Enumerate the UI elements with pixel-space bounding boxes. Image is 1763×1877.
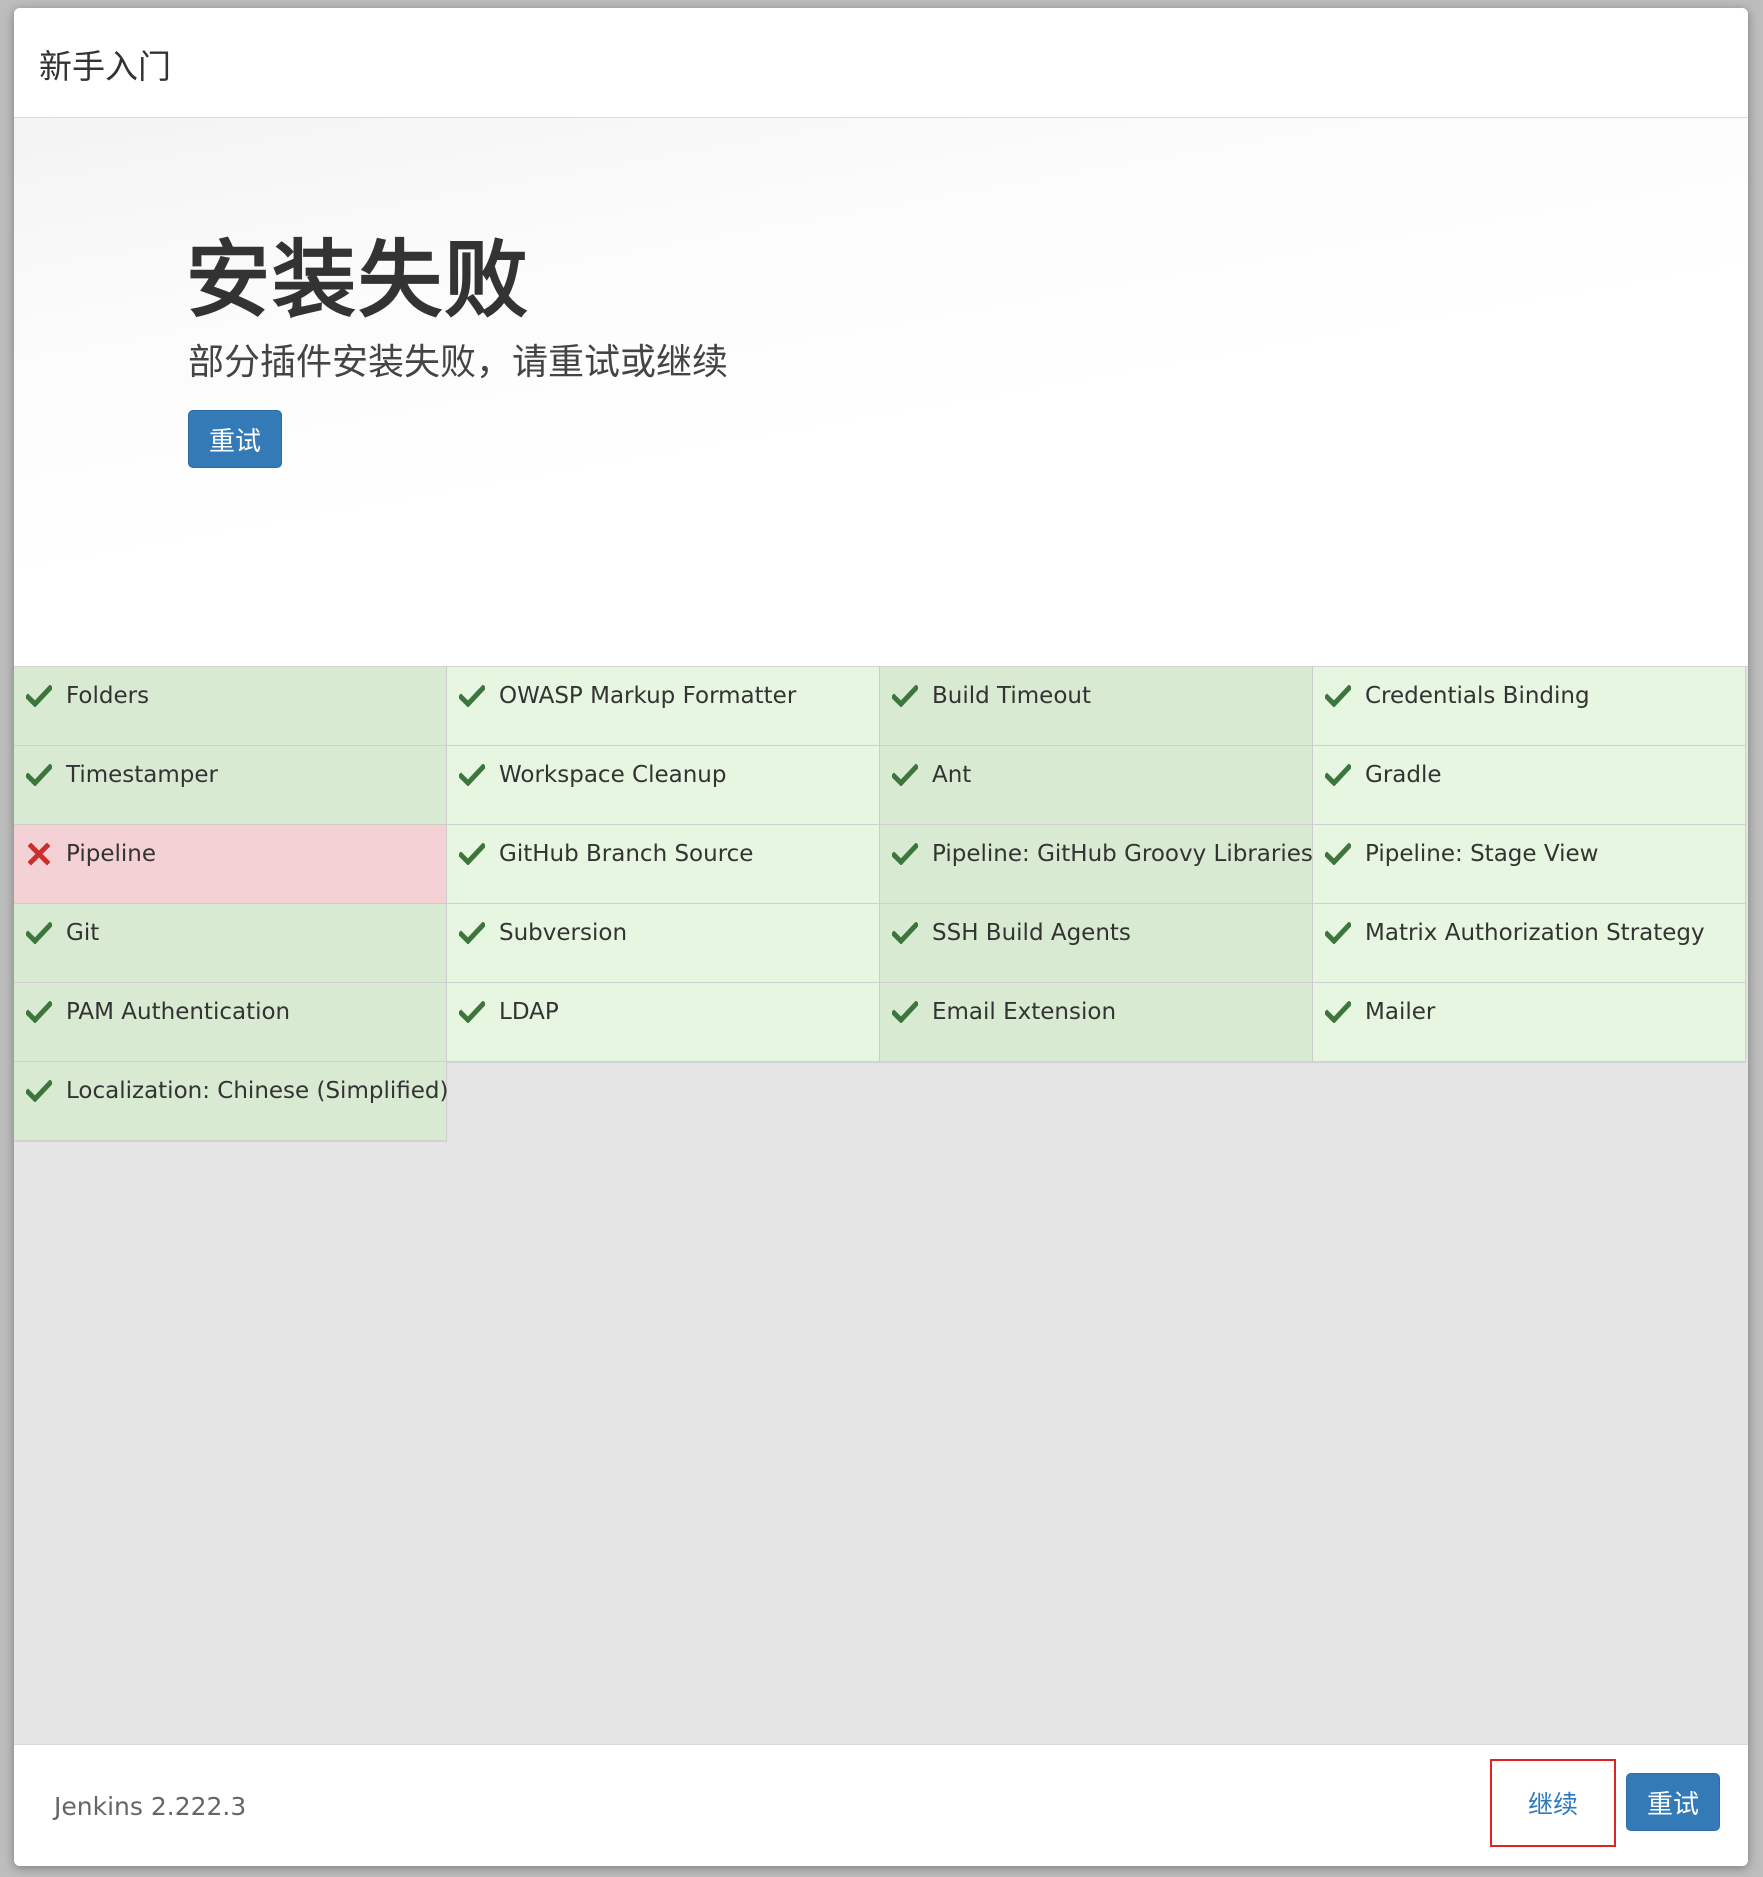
plugin-name: GitHub Branch Source bbox=[499, 841, 754, 867]
check-icon bbox=[24, 918, 54, 948]
plugin-item: Gradle bbox=[1313, 746, 1746, 825]
retry-button[interactable]: 重试 bbox=[188, 410, 282, 468]
plugin-item: Mailer bbox=[1313, 983, 1746, 1062]
page-subtitle: 部分插件安装失败，请重试或继续 bbox=[188, 342, 729, 383]
plugin-item: Git bbox=[14, 904, 447, 983]
page-title: 安装失败 bbox=[186, 231, 531, 329]
check-icon bbox=[890, 760, 920, 790]
check-icon bbox=[457, 918, 487, 948]
plugin-name: PAM Authentication bbox=[66, 999, 291, 1025]
plugin-grid: Folders OWASP Markup Formatter Build Timeo… bbox=[14, 667, 1748, 1141]
check-icon bbox=[457, 997, 487, 1027]
plugin-item: Pipeline bbox=[14, 825, 447, 904]
plugin-name: Timestamper bbox=[66, 762, 218, 788]
plugin-name: Ant bbox=[932, 762, 972, 788]
plugin-item: GitHub Branch Source bbox=[447, 825, 880, 904]
plugin-name: Git bbox=[66, 920, 100, 946]
plugin-item: Folders bbox=[14, 667, 447, 746]
dialog-header: 新手入门 bbox=[14, 8, 1748, 118]
plugin-name: Localization: Chinese (Simplified) bbox=[66, 1078, 449, 1104]
plugin-item: Matrix Authorization Strategy bbox=[1313, 904, 1746, 983]
plugin-name: LDAP bbox=[499, 999, 559, 1025]
check-icon bbox=[890, 997, 920, 1027]
plugin-item: Ant bbox=[880, 746, 1313, 825]
dialog-footer: Jenkins 2.222.3 继续 重试 bbox=[14, 1744, 1748, 1866]
dialog-title: 新手入门 bbox=[39, 47, 171, 86]
check-icon bbox=[457, 681, 487, 711]
plugin-item: Pipeline: GitHub Groovy Libraries bbox=[880, 825, 1313, 904]
check-icon bbox=[24, 997, 54, 1027]
plugin-item: LDAP bbox=[447, 983, 880, 1062]
version-label: Jenkins 2.222.3 bbox=[54, 1792, 247, 1821]
plugin-name: Folders bbox=[66, 683, 150, 709]
plugin-item: Build Timeout bbox=[880, 667, 1313, 746]
plugin-name: Build Timeout bbox=[932, 683, 1092, 709]
plugin-name: Pipeline: GitHub Groovy Libraries bbox=[932, 841, 1313, 867]
check-icon bbox=[1323, 760, 1353, 790]
plugin-item: Subversion bbox=[447, 904, 880, 983]
plugin-item: OWASP Markup Formatter bbox=[447, 667, 880, 746]
plugin-item: Credentials Binding bbox=[1313, 667, 1746, 746]
setup-wizard-dialog: 新手入门 安装失败 部分插件安装失败，请重试或继续 重试 Folders OWAS… bbox=[14, 8, 1748, 1866]
check-icon bbox=[1323, 918, 1353, 948]
plugin-item: SSH Build Agents bbox=[880, 904, 1313, 983]
plugin-name: OWASP Markup Formatter bbox=[499, 683, 797, 709]
continue-highlight: 继续 bbox=[1490, 1759, 1616, 1847]
check-icon bbox=[24, 1076, 54, 1106]
check-icon bbox=[1323, 839, 1353, 869]
plugin-item: Localization: Chinese (Simplified) bbox=[14, 1062, 449, 1141]
check-icon bbox=[24, 681, 54, 711]
plugin-name: Email Extension bbox=[932, 999, 1117, 1025]
plugin-name: Pipeline: Stage View bbox=[1365, 841, 1599, 867]
check-icon bbox=[457, 839, 487, 869]
plugin-name: Mailer bbox=[1365, 999, 1436, 1025]
plugin-item: Workspace Cleanup bbox=[447, 746, 880, 825]
plugin-list-panel: Folders OWASP Markup Formatter Build Timeo… bbox=[14, 666, 1748, 1744]
check-icon bbox=[890, 681, 920, 711]
plugin-name: SSH Build Agents bbox=[932, 920, 1131, 946]
plugin-name: Credentials Binding bbox=[1365, 683, 1590, 709]
plugin-item: PAM Authentication bbox=[14, 983, 447, 1062]
plugin-item: Pipeline: Stage View bbox=[1313, 825, 1746, 904]
plugin-name: Gradle bbox=[1365, 762, 1442, 788]
footer-retry-button[interactable]: 重试 bbox=[1626, 1773, 1720, 1831]
check-icon bbox=[890, 918, 920, 948]
plugin-name: Workspace Cleanup bbox=[499, 762, 727, 788]
check-icon bbox=[457, 760, 487, 790]
plugin-name: Subversion bbox=[499, 920, 628, 946]
check-icon bbox=[890, 839, 920, 869]
continue-link[interactable]: 继续 bbox=[1528, 1785, 1578, 1821]
plugin-name: Matrix Authorization Strategy bbox=[1365, 920, 1705, 946]
install-result-panel: 安装失败 部分插件安装失败，请重试或继续 重试 bbox=[14, 118, 1748, 666]
check-icon bbox=[1323, 997, 1353, 1027]
plugin-name: Pipeline bbox=[66, 841, 157, 867]
check-icon bbox=[1323, 681, 1353, 711]
plugin-item: Email Extension bbox=[880, 983, 1313, 1062]
cross-icon bbox=[24, 839, 54, 869]
plugin-item: Timestamper bbox=[14, 746, 447, 825]
check-icon bbox=[24, 760, 54, 790]
